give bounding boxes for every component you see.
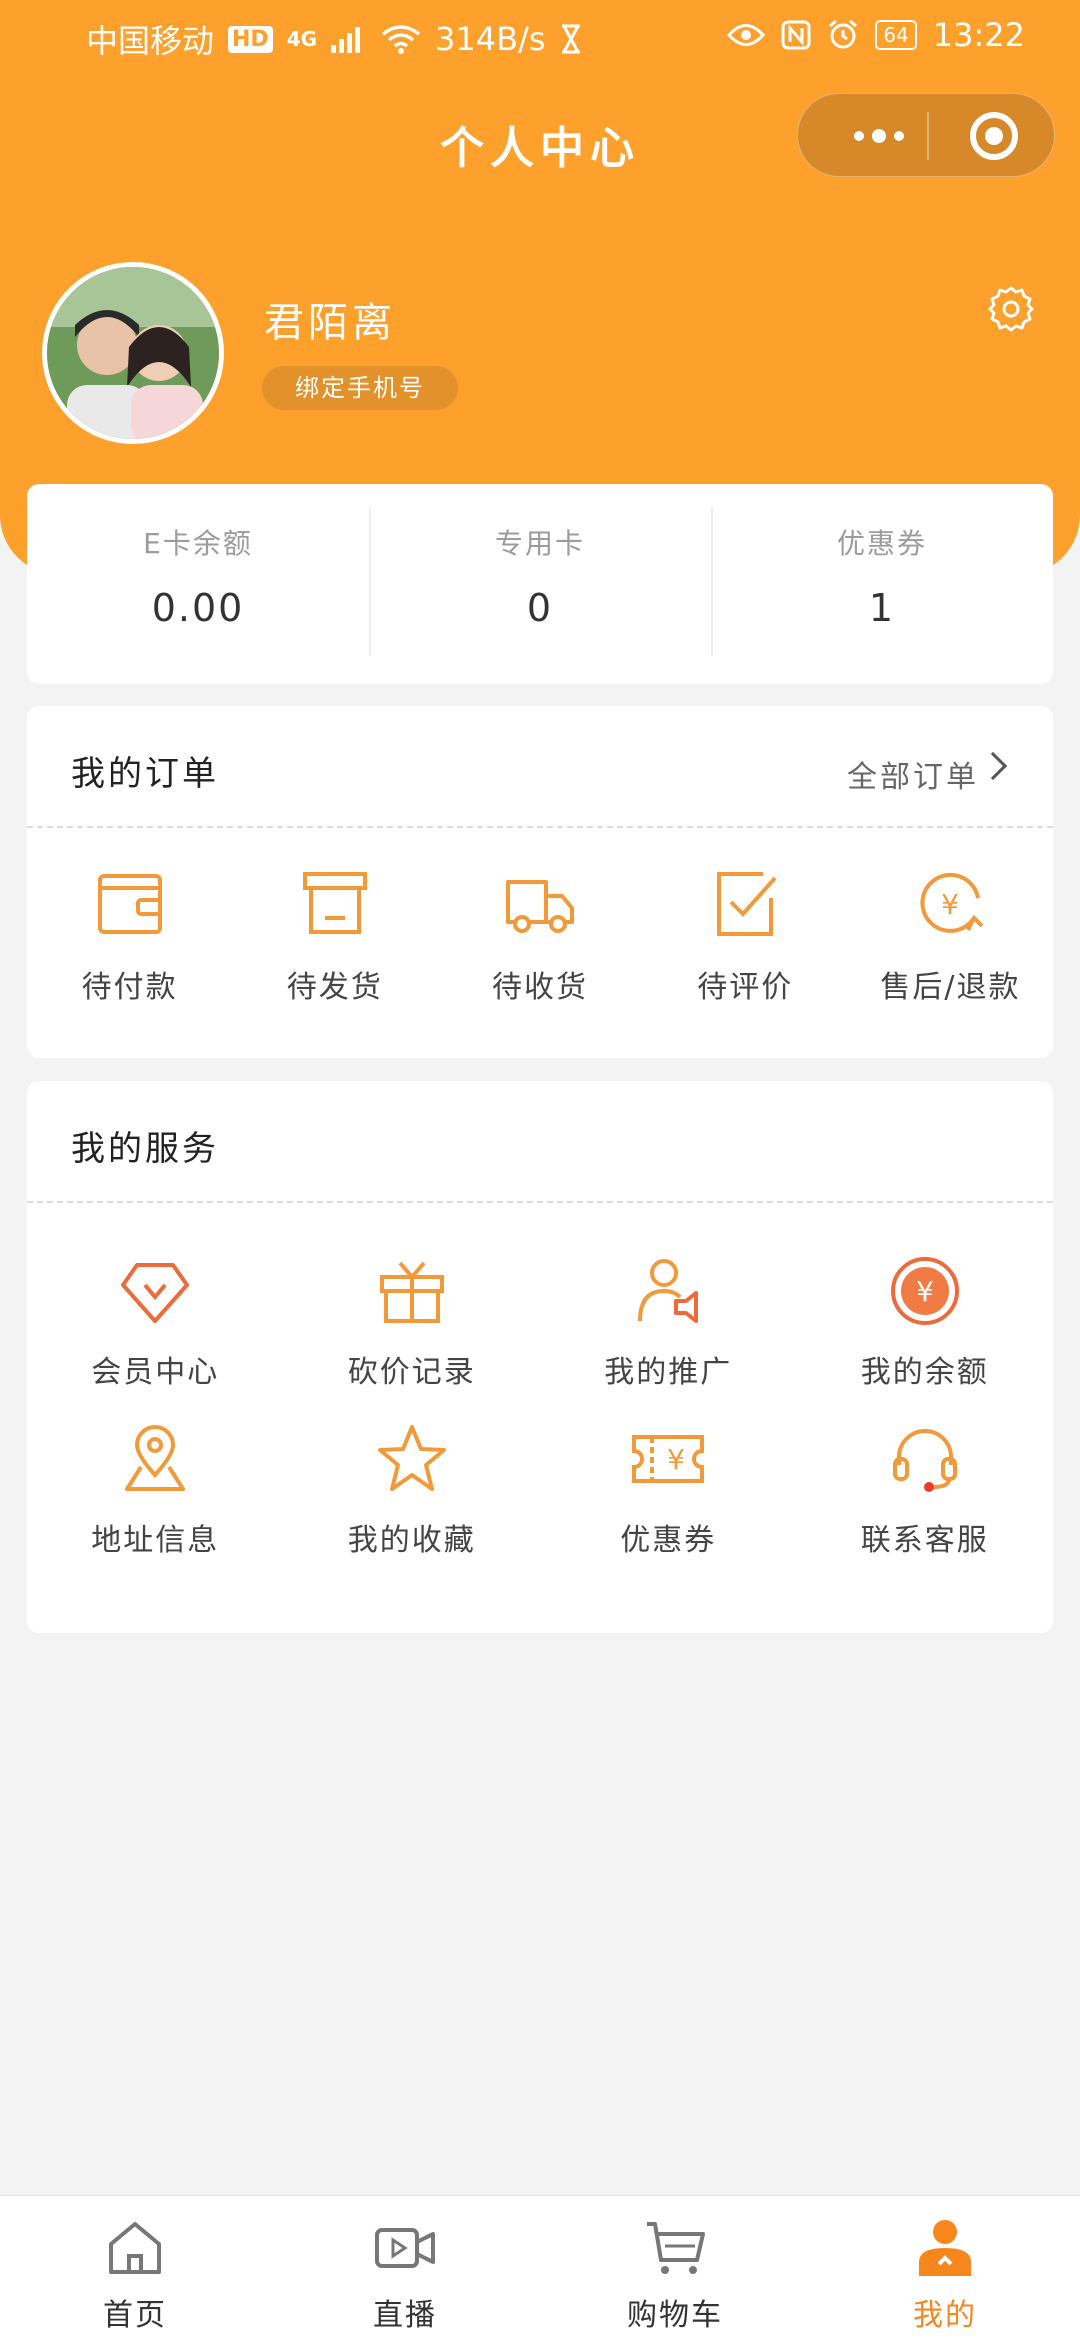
service-my-favorites[interactable]: 我的收藏 — [284, 1395, 541, 1587]
order-pending-payment[interactable]: 待付款 — [27, 868, 232, 1006]
service-label: 我的推广 — [604, 1355, 733, 1390]
yuan-coin-icon: ¥ — [890, 1257, 959, 1325]
service-member-center[interactable]: 会员中心 — [27, 1203, 284, 1395]
alarm-icon — [829, 19, 858, 49]
hourglass-icon — [561, 24, 580, 54]
services-card: 我的服务 会员中心 砍价记录 我的推广 ¥ 我的余额 地址信息 我的收藏 ¥ 优 — [27, 1081, 1053, 1633]
balance-label: 优惠券 — [836, 527, 927, 560]
balance-label: E卡余额 — [143, 527, 253, 560]
tab-label: 直播 — [373, 2298, 437, 2333]
network-type: 4G — [286, 27, 318, 51]
signal-icon — [331, 27, 361, 53]
coupon-count[interactable]: 优惠券 1 — [711, 484, 1053, 684]
service-label: 优惠券 — [620, 1523, 717, 1558]
balance-label: 专用卡 — [494, 527, 585, 560]
home-icon — [109, 2222, 161, 2274]
orders-card: 我的订单 全部订单 待付款 待发货 待收货 待评价 ¥ 售后/退款 — [27, 706, 1053, 1058]
cart-icon — [647, 2222, 705, 2274]
service-bargain-records[interactable]: 砍价记录 — [284, 1203, 541, 1395]
promote-icon — [638, 1259, 699, 1323]
all-orders-link[interactable]: 全部订单 — [847, 752, 979, 796]
username: 君陌离 — [264, 300, 396, 346]
bottom-tab-bar: 首页 直播 购物车 我的 — [0, 2195, 1080, 2340]
tab-label: 购物车 — [627, 2298, 723, 2333]
close-mini-program-button[interactable] — [970, 112, 1018, 160]
nfc-icon — [781, 20, 811, 50]
service-my-balance[interactable]: ¥ 我的余额 — [797, 1203, 1054, 1395]
orders-title: 我的订单 — [71, 754, 219, 794]
svg-text:¥: ¥ — [941, 888, 959, 921]
order-refund[interactable]: ¥ 售后/退款 — [848, 868, 1053, 1006]
tab-label: 我的 — [913, 2298, 977, 2333]
chevron-right-icon[interactable] — [978, 751, 1008, 781]
e-card-balance[interactable]: E卡余额 0.00 — [27, 484, 369, 684]
status-bar: 中国移动 HD 4G 314B/s 64 13:22 — [0, 0, 1080, 72]
order-label: 售后/退款 — [880, 970, 1021, 1005]
svg-text:¥: ¥ — [667, 1443, 685, 1476]
review-icon — [717, 872, 777, 936]
order-pending-receipt[interactable]: 待收货 — [437, 868, 642, 1006]
gear-icon[interactable] — [986, 284, 1036, 334]
bind-phone-button[interactable]: 绑定手机号 — [262, 366, 458, 410]
service-label: 砍价记录 — [347, 1355, 476, 1390]
wifi-icon — [381, 25, 421, 54]
service-label: 联系客服 — [860, 1523, 989, 1558]
ticket-icon: ¥ — [632, 1435, 705, 1483]
package-icon — [302, 872, 367, 934]
hd-badge: HD — [228, 25, 273, 53]
balance-value: 1 — [868, 586, 896, 630]
balance-value: 0.00 — [151, 586, 245, 630]
carrier-name: 中国移动 — [86, 22, 215, 60]
location-icon — [125, 1425, 186, 1491]
order-label: 待付款 — [81, 970, 178, 1005]
mini-program-capsule — [797, 93, 1055, 177]
balance-value: 0 — [526, 586, 554, 630]
battery-level: 64 — [875, 20, 917, 50]
avatar-photo — [47, 267, 219, 439]
headset-icon — [892, 1429, 957, 1492]
tab-mine[interactable]: 我的 — [810, 2196, 1080, 2340]
tab-home[interactable]: 首页 — [0, 2196, 270, 2340]
diamond-icon — [121, 1263, 190, 1323]
order-pending-shipment[interactable]: 待发货 — [232, 868, 437, 1006]
avatar[interactable] — [42, 262, 224, 444]
balance-card: E卡余额 0.00 专用卡 0 优惠券 1 — [27, 484, 1053, 684]
gift-icon — [379, 1261, 444, 1323]
star-icon — [377, 1425, 446, 1491]
orders-header: 我的订单 全部订单 — [27, 706, 1053, 828]
network-speed: 314B/s — [435, 20, 546, 58]
service-address-info[interactable]: 地址信息 — [27, 1395, 284, 1587]
truck-icon — [506, 880, 574, 933]
service-label: 我的余额 — [860, 1355, 989, 1390]
tab-cart[interactable]: 购物车 — [540, 2196, 810, 2340]
service-my-promotion[interactable]: 我的推广 — [540, 1203, 797, 1395]
service-label: 我的收藏 — [347, 1523, 476, 1558]
capsule-divider — [927, 112, 929, 160]
services-title: 我的服务 — [71, 1129, 219, 1169]
svg-text:¥: ¥ — [916, 1275, 934, 1308]
service-label: 会员中心 — [91, 1355, 220, 1390]
order-pending-review[interactable]: 待评价 — [643, 868, 848, 1006]
wallet-icon — [97, 874, 162, 934]
service-label: 地址信息 — [91, 1523, 220, 1558]
video-icon — [375, 2228, 435, 2268]
refund-icon: ¥ — [920, 872, 984, 933]
order-label: 待发货 — [286, 970, 383, 1005]
special-card-count[interactable]: 专用卡 0 — [369, 484, 711, 684]
tab-live[interactable]: 直播 — [270, 2196, 540, 2340]
service-coupons[interactable]: ¥ 优惠券 — [540, 1395, 797, 1587]
order-label: 待评价 — [697, 970, 794, 1005]
services-header: 我的服务 — [27, 1081, 1053, 1203]
more-menu-button[interactable] — [834, 94, 924, 178]
order-label: 待收货 — [492, 970, 588, 1005]
user-icon — [919, 2220, 971, 2276]
clock-time: 13:22 — [932, 16, 1025, 54]
eye-icon — [727, 24, 766, 46]
tab-label: 首页 — [103, 2298, 167, 2333]
service-contact-support[interactable]: 联系客服 — [797, 1395, 1054, 1587]
